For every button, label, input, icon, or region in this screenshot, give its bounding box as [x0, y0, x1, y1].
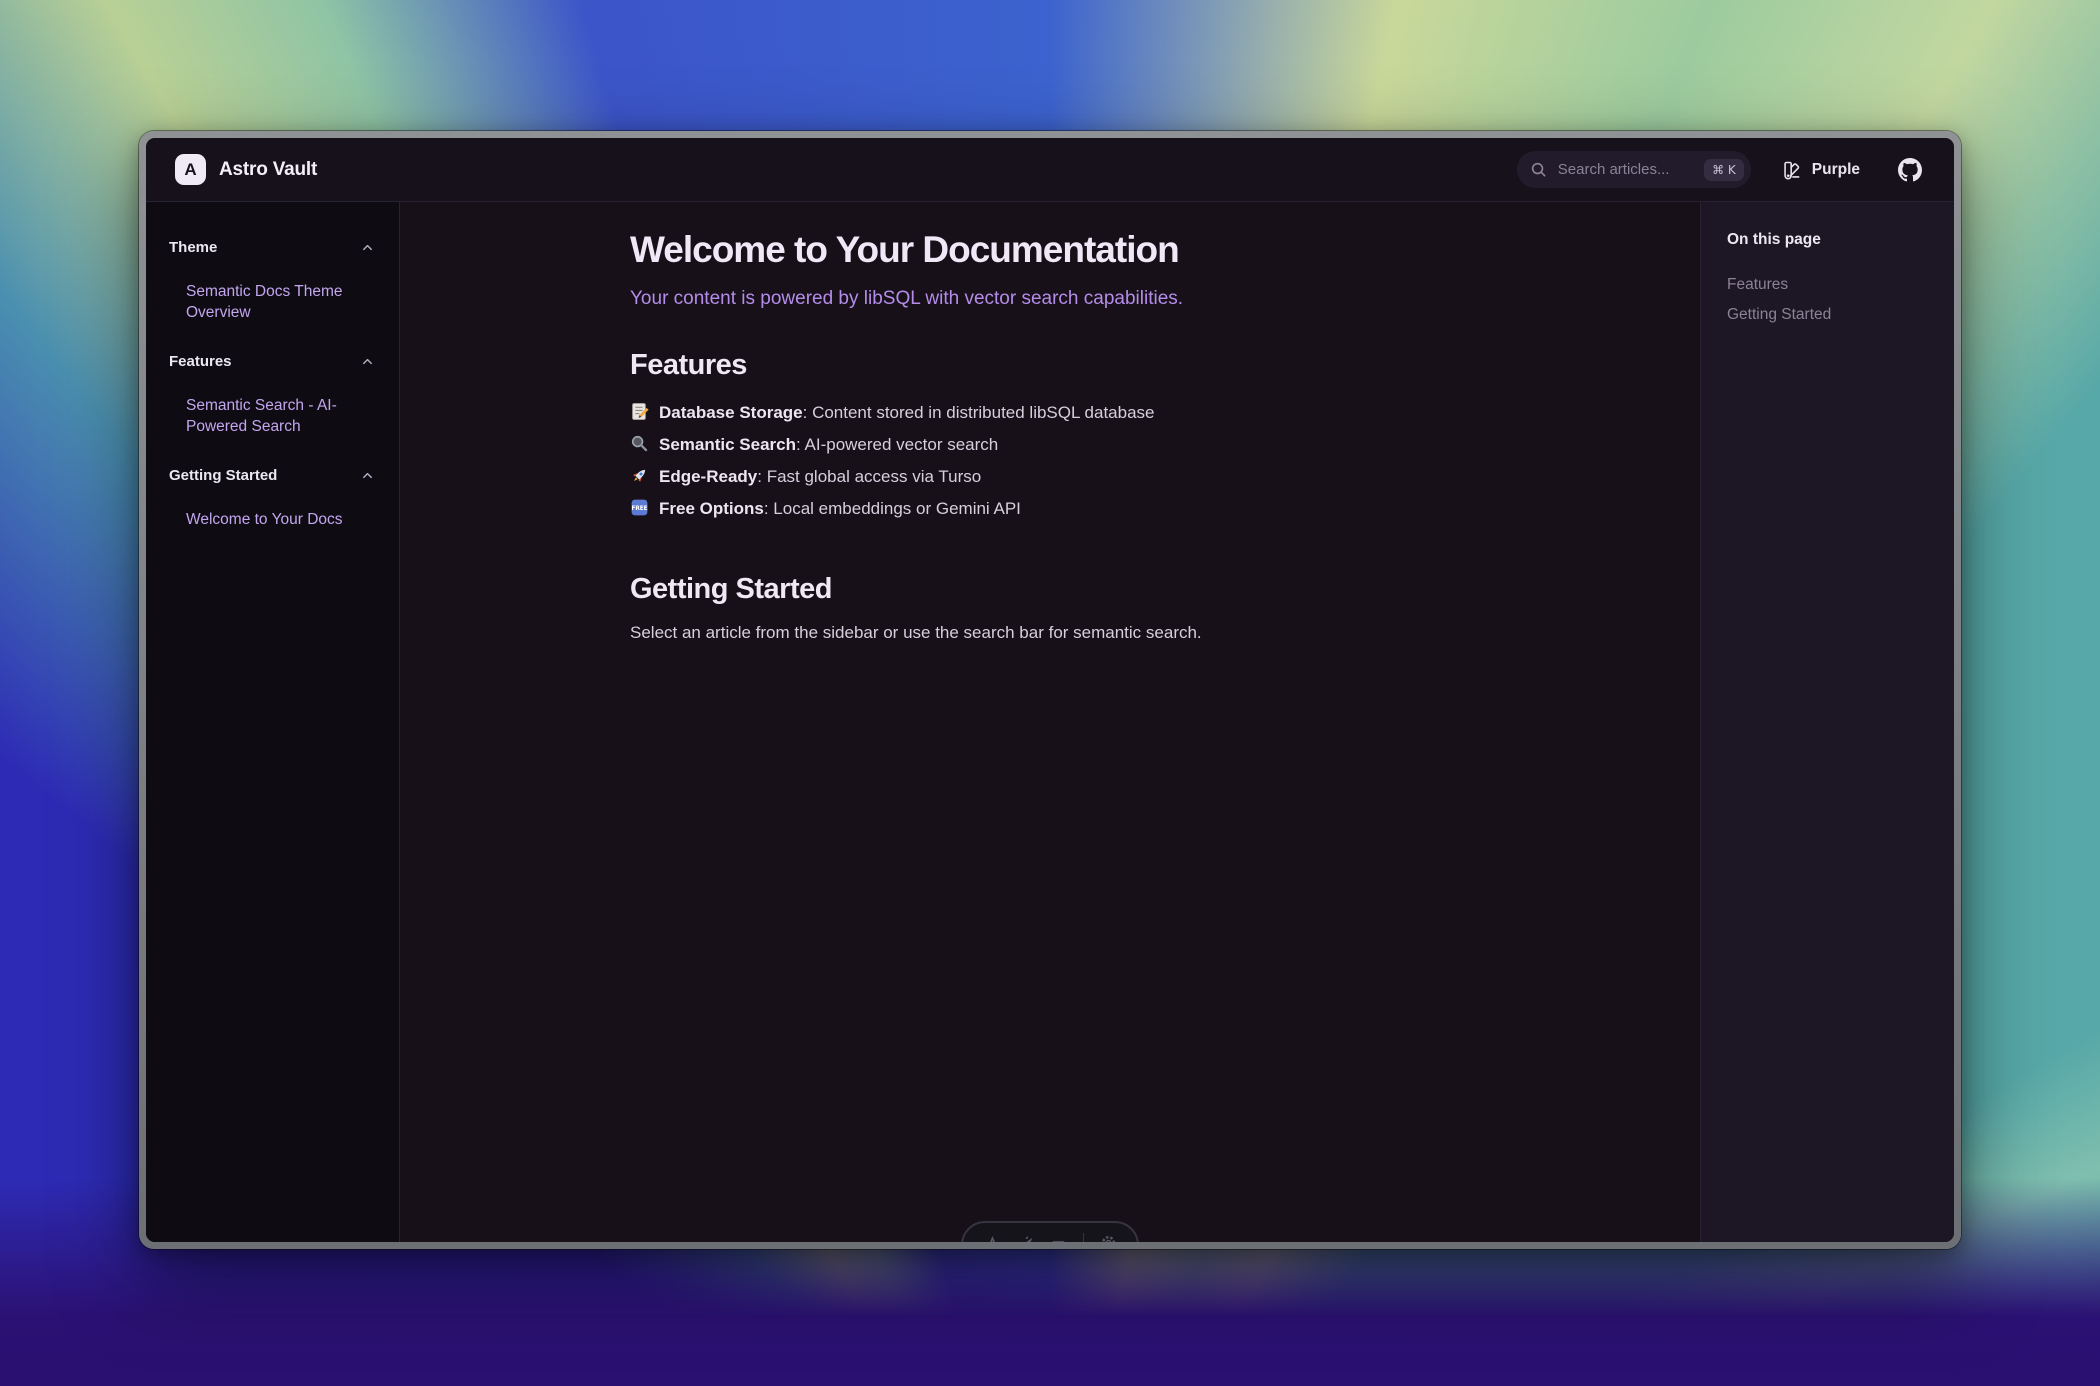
chevron-up-icon: [360, 468, 375, 483]
search-shortcut-badge: ⌘ K: [1704, 159, 1744, 181]
app-window: A Astro Vault ⌘ K: [139, 131, 1961, 1249]
sidebar-group-label: Getting Started: [169, 467, 277, 484]
on-this-page-panel: On this page Features Getting Started: [1700, 202, 1954, 1242]
desktop-wallpaper: { "colors": { "accent_purple": "#b48ce9"…: [0, 0, 2100, 1386]
inspect-icon[interactable]: [1017, 1234, 1034, 1242]
page-title: Welcome to Your Documentation: [630, 229, 1470, 271]
astro-logo-icon[interactable]: [984, 1234, 1001, 1242]
feature-item-edge-ready: Edge-Ready: Fast global access via Turso: [630, 461, 1470, 493]
sidebar-group-getting-started: Getting Started Welcome to Your Docs: [169, 467, 375, 530]
article: Welcome to Your Documentation Your conte…: [630, 202, 1470, 643]
settings-gear-icon[interactable]: [1100, 1234, 1117, 1242]
dev-toolbar: [961, 1221, 1139, 1242]
app-logo-letter: A: [184, 160, 196, 180]
toc-links: Features Getting Started: [1727, 275, 1938, 325]
feature-label: Edge-Ready: [659, 467, 757, 486]
feature-item-semantic-search: Semantic Search: AI-powered vector searc…: [630, 429, 1470, 461]
sidebar-group-getting-started-toggle[interactable]: Getting Started: [169, 467, 375, 484]
feature-item-database-storage: Database Storage: Content stored in dist…: [630, 397, 1470, 429]
magnifying-glass-emoji-icon: [630, 432, 649, 451]
sidebar-item-semantic-search[interactable]: Semantic Search - AI-Powered Search: [186, 395, 375, 437]
sidebar-group-links: Semantic Search - AI-Powered Search: [186, 395, 375, 437]
sidebar-group-features-toggle[interactable]: Features: [169, 353, 375, 370]
dev-toolbar-divider: [1083, 1233, 1084, 1242]
search-bar[interactable]: ⌘ K: [1517, 151, 1751, 188]
feature-text: : AI-powered vector search: [796, 435, 998, 454]
search-input[interactable]: [1556, 160, 1695, 179]
sidebar-item-semantic-docs-theme-overview[interactable]: Semantic Docs Theme Overview: [186, 281, 375, 323]
feature-text: : Fast global access via Turso: [757, 467, 981, 486]
features-heading: Features: [630, 349, 1470, 382]
memo-emoji-icon: [630, 400, 649, 419]
sidebar-group-links: Semantic Docs Theme Overview: [186, 281, 375, 323]
header-actions: ⌘ K Purple: [1517, 151, 1928, 188]
app-title: Astro Vault: [219, 159, 317, 181]
search-icon: [1530, 161, 1547, 178]
github-icon: [1898, 158, 1922, 182]
feature-text: : Content stored in distributed libSQL d…: [803, 403, 1155, 422]
feature-text: : Local embeddings or Gemini API: [764, 499, 1021, 518]
audit-icon[interactable]: [1050, 1234, 1067, 1242]
github-link[interactable]: [1892, 157, 1928, 183]
toc-link-features[interactable]: Features: [1727, 275, 1938, 295]
app-window-inner: A Astro Vault ⌘ K: [146, 138, 1954, 1242]
svg-text:FREE: FREE: [631, 506, 647, 512]
chevron-up-icon: [360, 240, 375, 255]
free-button-emoji-icon: FREE: [630, 496, 649, 515]
theme-selector-button[interactable]: Purple: [1776, 158, 1866, 181]
sidebar-group-label: Features: [169, 353, 232, 370]
sidebar-nav: Theme Semantic Docs Theme Overview Featu…: [146, 202, 400, 1242]
feature-label: Database Storage: [659, 403, 803, 422]
page-subtitle: Your content is powered by libSQL with v…: [630, 288, 1470, 310]
sidebar-item-welcome-to-your-docs[interactable]: Welcome to Your Docs: [186, 509, 375, 530]
app-header: A Astro Vault ⌘ K: [146, 138, 1954, 202]
features-list: Database Storage: Content stored in dist…: [630, 397, 1470, 525]
getting-started-text: Select an article from the sidebar or us…: [630, 623, 1470, 643]
sidebar-group-links: Welcome to Your Docs: [186, 509, 375, 530]
getting-started-heading: Getting Started: [630, 573, 1470, 606]
sidebar-group-label: Theme: [169, 239, 217, 256]
sidebar-group-theme-toggle[interactable]: Theme: [169, 239, 375, 256]
feature-item-free-options: FREE Free Options: Local embeddings or G…: [630, 493, 1470, 525]
feature-label: Free Options: [659, 499, 764, 518]
theme-selector-label: Purple: [1812, 161, 1860, 179]
palette-swatchbook-icon: [1782, 159, 1803, 180]
chevron-up-icon: [360, 354, 375, 369]
sidebar-group-theme: Theme Semantic Docs Theme Overview: [169, 239, 375, 323]
sidebar-group-features: Features Semantic Search - AI-Powered Se…: [169, 353, 375, 437]
main-area: Theme Semantic Docs Theme Overview Featu…: [146, 202, 1954, 1242]
rocket-emoji-icon: [630, 464, 649, 483]
app-logo: A: [175, 154, 206, 185]
content-area: Welcome to Your Documentation Your conte…: [400, 202, 1700, 1242]
brand-home-link[interactable]: A Astro Vault: [175, 154, 317, 185]
toc-title: On this page: [1727, 231, 1938, 249]
feature-label: Semantic Search: [659, 435, 796, 454]
toc-link-getting-started[interactable]: Getting Started: [1727, 305, 1938, 325]
